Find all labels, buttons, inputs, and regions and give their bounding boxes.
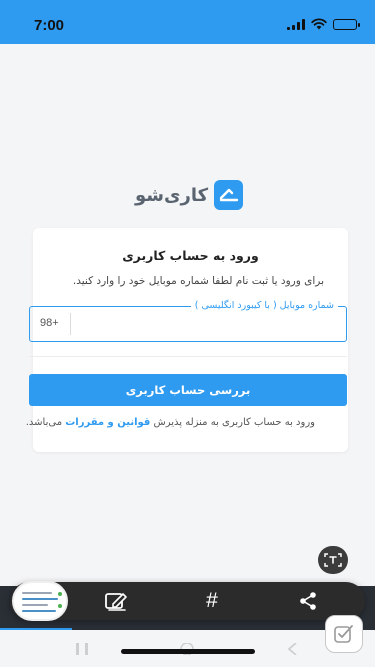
logo-mark-icon (214, 180, 243, 210)
terms-text: ورود به حساب کاربری به منزله پذیرش قوانی… (26, 417, 315, 428)
ghost-pause-icon (76, 643, 88, 655)
status-time: 7:00 (34, 17, 65, 34)
login-title: ورود به حساب کاربری (122, 248, 259, 263)
check-account-button[interactable]: بررسی حساب کاربری (29, 374, 347, 406)
country-code: 98+ (40, 317, 59, 329)
status-bar: 7:00 (0, 0, 375, 44)
phone-input[interactable] (76, 313, 338, 335)
phone-field[interactable]: شماره موبایل ( با کیبورد انگلیسی ) 98+ (29, 299, 347, 342)
app-logo: کاری‌شو (135, 180, 243, 210)
wifi-icon (311, 18, 327, 30)
edit-note-button[interactable] (98, 582, 134, 620)
terms-suffix: می‌باشد. (25, 417, 66, 428)
battery-icon (333, 18, 360, 30)
screenshot-thumbnail[interactable] (12, 581, 68, 621)
text-scan-button[interactable] (318, 546, 348, 574)
login-description: برای ورود یا ثبت نام لطفا شماره موبایل خ… (72, 275, 324, 287)
terms-link[interactable]: قوانین و مقررات (65, 417, 150, 428)
phone-field-label: شماره موبایل ( با کیبورد انگلیسی ) (190, 299, 338, 313)
field-divider (70, 313, 71, 335)
hashtag-icon: # (206, 589, 218, 612)
check-edit-icon (334, 625, 353, 643)
done-check-button[interactable] (325, 615, 363, 653)
status-icons (287, 18, 360, 30)
ghost-back-icon (287, 643, 297, 655)
share-icon (300, 592, 316, 610)
divider (29, 356, 347, 357)
home-indicator-area (0, 630, 375, 667)
edit-note-icon (105, 593, 127, 611)
screenshot-toolbar: # (10, 581, 365, 621)
home-indicator[interactable] (121, 649, 255, 654)
share-button[interactable] (290, 582, 326, 620)
text-scan-icon (324, 553, 342, 567)
login-card: ورود به حساب کاربری برای ورود یا ثبت نام… (26, 228, 348, 452)
brand-name: کاری‌شو (135, 184, 209, 206)
terms-prefix: ورود به حساب کاربری به منزله پذیرش (150, 417, 315, 428)
hashtag-button[interactable]: # (194, 582, 230, 620)
signal-icon (287, 18, 305, 30)
